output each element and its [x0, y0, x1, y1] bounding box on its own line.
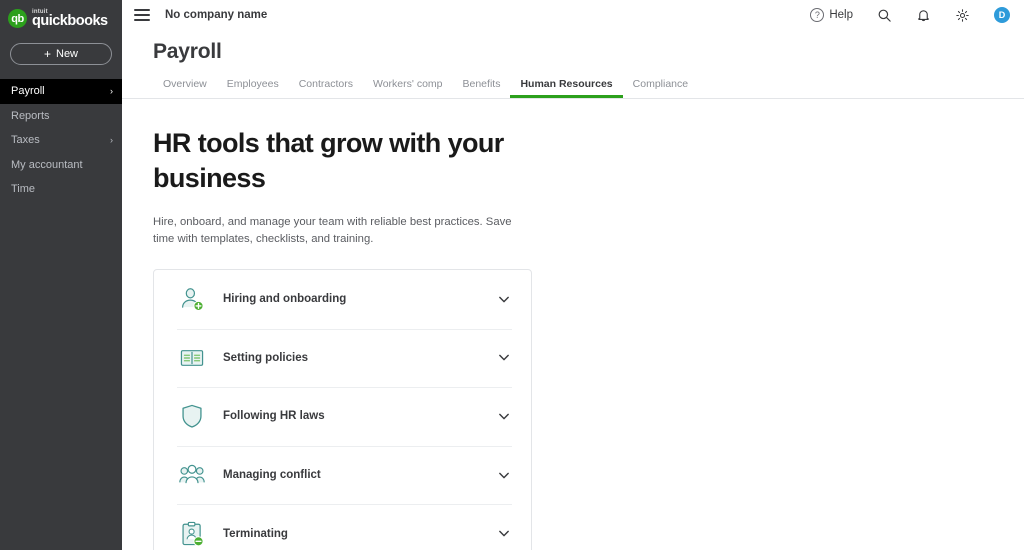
app-root: qb intuit quickbooks + New Payroll › Rep…: [0, 0, 1024, 550]
question-mark-icon: ?: [810, 8, 825, 22]
tab-overview[interactable]: Overview: [153, 78, 217, 99]
tab-human-resources[interactable]: Human Resources: [510, 78, 623, 98]
hr-topics-card: Hiring and onboarding Setting policies F…: [153, 268, 532, 550]
accordion-label: Managing conflict: [223, 469, 321, 482]
chevron-right-icon: ›: [110, 134, 113, 145]
gear-icon[interactable]: [955, 8, 970, 23]
tab-employees[interactable]: Employees: [217, 78, 289, 99]
accordion-label: Terminating: [223, 527, 288, 540]
sidebar: qb intuit quickbooks + New Payroll › Rep…: [0, 0, 122, 550]
chevron-down-icon[interactable]: [499, 353, 509, 363]
help-label: Help: [829, 9, 853, 21]
accordion-label: Hiring and onboarding: [223, 293, 347, 306]
logo-wordmark: intuit quickbooks: [32, 9, 108, 29]
chevron-down-icon[interactable]: [499, 470, 509, 480]
tab-compliance[interactable]: Compliance: [623, 78, 698, 99]
search-icon[interactable]: [877, 8, 892, 23]
tab-workers-comp[interactable]: Workers' comp: [363, 78, 453, 99]
accordion-label: Following HR laws: [223, 410, 325, 423]
sidebar-item-label: Time: [11, 183, 36, 196]
sidebar-item-label: Reports: [11, 109, 50, 122]
sidebar-item-taxes[interactable]: Taxes ›: [0, 128, 122, 153]
sidebar-nav: Payroll › Reports Taxes › My accountant …: [0, 79, 122, 202]
sidebar-item-reports[interactable]: Reports: [0, 104, 122, 129]
hero-title: HR tools that grow with your business: [153, 128, 504, 193]
person-add-icon: [178, 286, 205, 313]
people-group-icon: [178, 462, 205, 489]
tab-benefits[interactable]: Benefits: [453, 78, 511, 99]
accordion-row-hiring-and-onboarding[interactable]: Hiring and onboarding: [154, 270, 531, 329]
sidebar-item-label: Taxes: [11, 134, 40, 147]
open-book-icon: [178, 344, 205, 371]
accordion-row-setting-policies[interactable]: Setting policies: [154, 328, 531, 388]
quickbooks-label: quickbooks: [32, 12, 108, 29]
accordion-row-following-hr-laws[interactable]: Following HR laws: [154, 387, 531, 446]
new-button-label: New: [56, 48, 79, 60]
company-name: No company name: [165, 9, 268, 21]
accordion-row-managing-conflict[interactable]: Managing conflict: [154, 445, 531, 505]
content-area: HR tools that grow with your business Hi…: [122, 126, 1024, 550]
chevron-down-icon[interactable]: [499, 411, 509, 421]
main-content: No company name ? Help D Payroll Overvie…: [122, 0, 1024, 550]
hero-subtitle: Hire, onboard, and manage your team with…: [153, 216, 512, 246]
chevron-down-icon[interactable]: [499, 294, 509, 304]
bell-icon[interactable]: [916, 8, 931, 23]
sidebar-item-label: Payroll: [11, 85, 45, 98]
quickbooks-logo[interactable]: qb intuit quickbooks: [0, 0, 122, 30]
plus-icon: +: [43, 47, 51, 61]
page-title: Payroll: [153, 40, 222, 63]
chevron-right-icon: ›: [110, 85, 113, 96]
top-bar: No company name ? Help D: [122, 0, 1024, 30]
sidebar-item-payroll[interactable]: Payroll ›: [0, 79, 122, 104]
clipboard-person-remove-icon: [178, 520, 205, 547]
accordion-row-terminating[interactable]: Terminating: [154, 504, 531, 550]
tab-bar: Overview Employees Contractors Workers' …: [122, 76, 1024, 99]
new-button[interactable]: + New: [10, 43, 112, 65]
accordion-label: Setting policies: [223, 351, 308, 364]
sidebar-item-time[interactable]: Time: [0, 177, 122, 202]
tab-contractors[interactable]: Contractors: [289, 78, 363, 99]
shield-icon: [178, 403, 205, 430]
chevron-down-icon[interactable]: [499, 529, 509, 539]
qb-logo-mark: qb: [8, 9, 27, 28]
hamburger-icon[interactable]: [134, 9, 150, 21]
sidebar-item-label: My accountant: [11, 158, 83, 171]
avatar[interactable]: D: [994, 7, 1010, 23]
help-button[interactable]: ? Help: [810, 8, 853, 22]
sidebar-item-my-accountant[interactable]: My accountant: [0, 153, 122, 178]
